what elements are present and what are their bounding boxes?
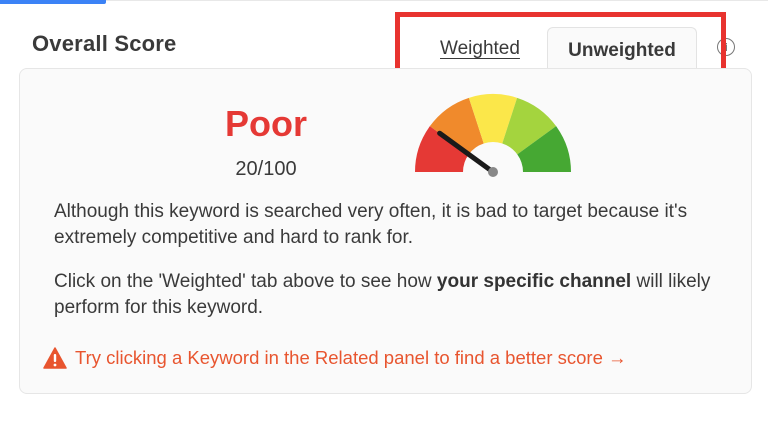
info-icon[interactable]: i xyxy=(717,38,735,56)
tab-unweighted[interactable]: Unweighted xyxy=(547,27,697,73)
description-text: Although this keyword is searched very o… xyxy=(54,199,734,251)
info-icon-glyph: i xyxy=(724,40,728,54)
score-value: 20/100 xyxy=(235,158,297,180)
warning-icon xyxy=(43,347,67,369)
tip-text: Try clicking a Keyword in the Related pa… xyxy=(75,347,627,368)
tab-unweighted-label: Unweighted xyxy=(568,39,676,61)
related-keyword-tip[interactable]: Try clicking a Keyword in the Related pa… xyxy=(43,347,627,369)
description-line-2-part-1: Click on the 'Weighted' tab above to see… xyxy=(54,271,437,292)
active-tab-indicator xyxy=(0,0,106,4)
section-title: Overall Score xyxy=(32,31,177,56)
description-line-2-bold: your specific channel xyxy=(436,271,632,292)
top-border-line xyxy=(0,0,768,1)
gauge-hub xyxy=(488,167,498,177)
tab-weighted[interactable]: Weighted xyxy=(440,38,520,60)
score-gauge xyxy=(415,94,571,177)
score-rating-label: Poor xyxy=(224,103,307,144)
description-hint-text: Click on the 'Weighted' tab above to see… xyxy=(54,269,734,321)
description-line-1: Although this keyword is searched very o… xyxy=(54,201,688,248)
